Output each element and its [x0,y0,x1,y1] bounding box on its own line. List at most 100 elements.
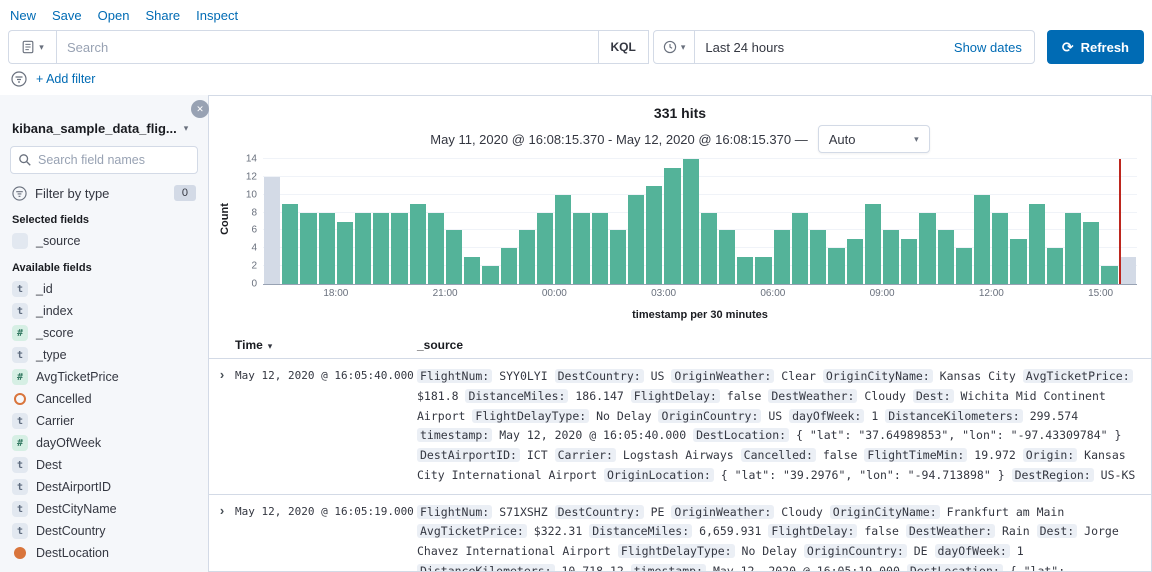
histogram-bar[interactable] [464,257,480,284]
histogram-bar[interactable] [282,204,298,284]
histogram-bar[interactable] [719,230,735,284]
add-filter-link[interactable]: + Add filter [36,72,95,86]
field-item-_score[interactable]: #_score [10,322,198,344]
histogram-bar[interactable] [701,213,717,284]
search-input[interactable] [57,31,598,63]
field-item-AvgTicketPrice[interactable]: #AvgTicketPrice [10,366,198,388]
refresh-button[interactable]: ⟳ Refresh [1047,30,1144,64]
menu-item-new[interactable]: New [10,8,36,23]
histogram-bar[interactable] [446,230,462,284]
histogram-bar[interactable] [373,213,389,284]
field-item-_index[interactable]: t_index [10,300,198,322]
kql-button[interactable]: KQL [598,31,648,63]
filter-by-type-button[interactable]: Filter by type 0 [10,182,198,204]
source-field-key: DestCountry: [555,369,644,383]
histogram-bar[interactable] [1065,213,1081,284]
histogram-bar[interactable] [737,257,753,284]
hits-count: 331 hits [209,96,1151,121]
menu-item-share[interactable]: Share [145,8,180,23]
field-item-Carrier[interactable]: tCarrier [10,410,198,432]
histogram-bar[interactable] [664,168,680,284]
menu-item-inspect[interactable]: Inspect [196,8,238,23]
menu-item-save[interactable]: Save [52,8,82,23]
histogram-bar[interactable] [1101,266,1117,284]
histogram-bar[interactable] [337,222,353,285]
histogram-bar[interactable] [810,230,826,284]
histogram-bar[interactable] [410,204,426,284]
source-field-key: timestamp: [417,428,492,442]
menu-item-open[interactable]: Open [98,8,130,23]
histogram-bar[interactable] [992,213,1008,284]
current-time-marker [1119,159,1121,284]
histogram-bar[interactable] [1083,222,1099,285]
field-item-DestCityName[interactable]: tDestCityName [10,498,198,520]
field-search-input[interactable] [10,146,198,174]
histogram-bar[interactable] [355,213,371,284]
histogram-bar[interactable] [974,195,990,284]
histogram-bar[interactable] [501,248,517,284]
field-item-_type[interactable]: t_type [10,344,198,366]
field-item-_id[interactable]: t_id [10,278,198,300]
show-dates-link[interactable]: Show dates [954,40,1034,55]
histogram-bar[interactable] [938,230,954,284]
histogram-bar[interactable] [646,186,662,284]
histogram-bar[interactable] [428,213,444,284]
y-tick-label: 2 [227,261,257,272]
histogram-bar[interactable] [555,195,571,284]
histogram-bar[interactable] [901,239,917,284]
histogram-bar[interactable] [592,213,608,284]
filter-icon[interactable] [11,71,27,87]
available-fields-heading: Available fields [12,262,198,274]
histogram-bar[interactable] [1047,248,1063,284]
sidebar-collapse-button[interactable]: ✕ [191,100,209,118]
field-item-DestLocation[interactable]: DestLocation [10,542,198,564]
expand-row-icon[interactable]: › [220,504,224,572]
field-item-Cancelled[interactable]: Cancelled [10,388,198,410]
histogram-bar[interactable] [865,204,881,284]
histogram-bar[interactable] [883,230,899,284]
histogram-bar[interactable] [1029,204,1045,284]
time-range-value[interactable]: Last 24 hours [695,40,954,55]
histogram-bar[interactable] [319,213,335,284]
histogram-bar[interactable] [1010,239,1026,284]
histogram-bar[interactable] [828,248,844,284]
field-item-DestAirportID[interactable]: tDestAirportID [10,476,198,498]
expand-row-icon[interactable]: › [220,368,224,486]
histogram-bar[interactable] [774,230,790,284]
field-name: _id [36,281,53,297]
field-item-DestCountry[interactable]: tDestCountry [10,520,198,542]
index-pattern-select[interactable]: kibana_sample_data_flig... ▾ [12,121,198,136]
histogram-bar[interactable] [755,257,771,284]
time-column-header[interactable]: Time▾ [235,338,417,352]
histogram-bar[interactable] [573,213,589,284]
histogram-bar[interactable] [792,213,808,284]
histogram-bar[interactable] [519,230,535,284]
sort-desc-icon[interactable]: ▾ [268,341,273,351]
top-menu: New Save Open Share Inspect [0,0,1152,28]
histogram-bar[interactable] [482,266,498,284]
histogram-bar[interactable] [537,213,553,284]
source-field-value: Logstash Airways [623,448,734,462]
histogram-bar[interactable] [300,213,316,284]
field-item-_source[interactable]: _source [10,230,198,252]
histogram-bar[interactable] [683,159,699,284]
filter-by-type-label: Filter by type [35,186,109,201]
histogram-bar[interactable] [391,213,407,284]
histogram-bar[interactable] [956,248,972,284]
saved-query-menu-button[interactable]: ▾ [8,30,56,64]
field-name: _index [36,303,73,319]
histogram-bar[interactable] [919,213,935,284]
fields-sidebar: ✕ kibana_sample_data_flig... ▾ Filter by… [0,95,208,572]
source-field-value: false [823,448,858,462]
histogram-bar[interactable] [628,195,644,284]
source-field-value: 1 [1017,544,1024,558]
histogram-bar[interactable] [264,177,280,284]
histogram-bar[interactable] [847,239,863,284]
histogram-bar[interactable] [610,230,626,284]
histogram-bar[interactable] [1120,257,1136,284]
time-picker-menu-button[interactable]: ▾ [654,31,696,63]
interval-select[interactable]: Auto ▾ [818,125,930,153]
chevron-down-icon: ▾ [681,43,686,52]
field-item-dayOfWeek[interactable]: #dayOfWeek [10,432,198,454]
field-item-Dest[interactable]: tDest [10,454,198,476]
